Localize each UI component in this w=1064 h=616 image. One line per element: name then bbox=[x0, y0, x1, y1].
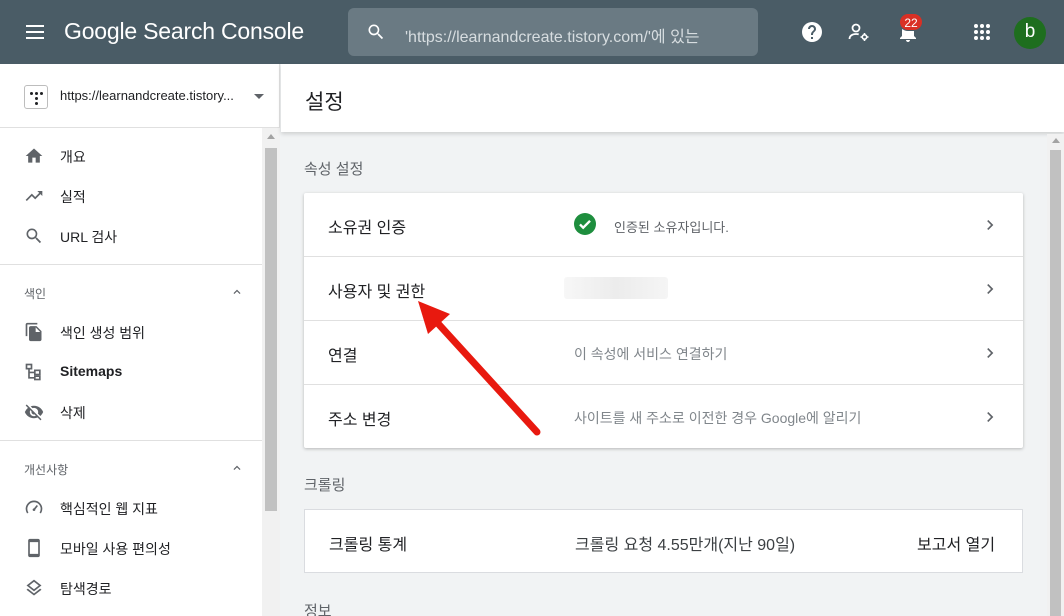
sidebar-item-label: 핵심적인 웹 지표 bbox=[60, 501, 158, 517]
property-url: https://learnandcreate.tistory... bbox=[60, 88, 234, 103]
row-value: 이 속성에 서비스 연결하기 bbox=[574, 346, 728, 362]
sidebar: https://learnandcreate.tistory... 개요 실적 … bbox=[0, 64, 280, 616]
section-heading-info: 정보 bbox=[304, 603, 332, 616]
row-label: 주소 변경 bbox=[328, 412, 392, 429]
trending-up-icon bbox=[25, 191, 43, 201]
main-scrollbar[interactable] bbox=[1047, 134, 1064, 616]
chevron-right-icon bbox=[987, 220, 994, 230]
smartphone-icon bbox=[28, 538, 40, 558]
sidebar-item-label: 색인 생성 범위 bbox=[60, 325, 146, 341]
sidebar-item-performance[interactable]: 실적 bbox=[0, 176, 262, 216]
layers-icon bbox=[26, 579, 42, 596]
search-icon bbox=[368, 24, 384, 40]
sidebar-item-core-web-vitals[interactable]: 핵심적인 웹 지표 bbox=[0, 488, 262, 528]
property-selector[interactable]: https://learnandcreate.tistory... bbox=[0, 64, 280, 128]
search-placeholder: 'https://learnandcreate.tistory.com/'에 있… bbox=[405, 29, 700, 46]
scroll-up-arrow-icon[interactable] bbox=[1052, 138, 1060, 143]
sidebar-item-label: URL 검사 bbox=[60, 229, 118, 245]
search-input[interactable]: 'https://learnandcreate.tistory.com/'에 있… bbox=[348, 8, 758, 56]
sidebar-item-coverage[interactable]: 색인 생성 범위 bbox=[0, 312, 262, 352]
sidebar-scrollbar-thumb[interactable] bbox=[265, 148, 277, 511]
manage-accounts-icon[interactable] bbox=[847, 20, 871, 44]
page-title: 설정 bbox=[305, 91, 344, 114]
settings-row-change-address[interactable]: 주소 변경 사이트를 새 주소로 이전한 경우 Google에 알리기 bbox=[304, 385, 1023, 449]
speed-gauge-icon bbox=[25, 500, 43, 514]
chevron-right-icon bbox=[987, 412, 994, 422]
notification-badge: 22 bbox=[899, 13, 923, 31]
row-label: 사용자 및 권한 bbox=[328, 284, 426, 301]
sidebar-item-breadcrumbs[interactable]: 탐색경로 bbox=[0, 568, 262, 608]
row-label: 소유권 인증 bbox=[328, 220, 407, 237]
crawl-stats-label: 크롤링 통계 bbox=[329, 537, 408, 554]
settings-row-associations[interactable]: 연결 이 속성에 서비스 연결하기 bbox=[304, 321, 1023, 385]
visibility-off-icon bbox=[24, 404, 44, 421]
crawl-stats-card: 크롤링 통계 크롤링 요청 4.55만개(지난 90일) 보고서 열기 bbox=[304, 509, 1023, 573]
sidebar-item-removals[interactable]: 삭제 bbox=[0, 392, 262, 432]
apps-icon[interactable] bbox=[970, 20, 994, 44]
row-value: 인증된 소유자입니다. bbox=[614, 220, 729, 235]
property-settings-card: 소유권 인증 인증된 소유자입니다. 사용자 및 권한 연결 이 속성에 서비스… bbox=[304, 193, 1023, 448]
sidebar-item-label: 삭제 bbox=[60, 405, 86, 421]
check-circle-icon bbox=[574, 213, 596, 235]
property-icon bbox=[24, 85, 48, 109]
app-logo[interactable]: Google Search Console bbox=[64, 18, 304, 45]
row-value: 사이트를 새 주소로 이전한 경우 Google에 알리기 bbox=[574, 410, 862, 426]
section-heading-crawling: 크롤링 bbox=[304, 477, 346, 494]
section-heading-property-settings: 속성 설정 bbox=[304, 161, 364, 178]
home-icon bbox=[25, 148, 43, 163]
crawl-stats-value: 크롤링 요청 4.55만개(지난 90일) bbox=[575, 537, 796, 554]
chevron-up-icon bbox=[233, 465, 241, 470]
chevron-up-icon bbox=[233, 289, 241, 294]
sidebar-item-mobile-usability[interactable]: 모바일 사용 편의성 bbox=[0, 528, 262, 568]
section-title: 색인 bbox=[24, 287, 47, 301]
redacted-value bbox=[564, 277, 668, 299]
avatar[interactable]: b bbox=[1014, 17, 1046, 49]
menu-icon[interactable] bbox=[22, 20, 50, 44]
row-label: 연결 bbox=[328, 348, 358, 365]
section-title: 개선사항 bbox=[24, 463, 69, 477]
help-icon[interactable] bbox=[800, 20, 824, 44]
sidebar-item-label: 개요 bbox=[60, 149, 86, 165]
sidebar-item-label: 실적 bbox=[60, 189, 86, 205]
main-scrollbar-thumb[interactable] bbox=[1050, 150, 1061, 616]
settings-row-users-permissions[interactable]: 사용자 및 권한 bbox=[304, 257, 1023, 321]
chevron-right-icon bbox=[987, 348, 994, 358]
file-copy-icon bbox=[25, 322, 42, 342]
sidebar-item-sitemaps[interactable]: Sitemaps bbox=[0, 352, 262, 392]
sidebar-item-label: 모바일 사용 편의성 bbox=[60, 541, 171, 557]
dropdown-caret-icon bbox=[254, 94, 264, 99]
scroll-up-arrow-icon[interactable] bbox=[267, 134, 275, 139]
sidebar-item-label: 탐색경로 bbox=[60, 581, 112, 597]
sitemap-icon bbox=[25, 363, 41, 381]
top-app-bar: Google Search Console 'https://learnandc… bbox=[0, 0, 1064, 64]
settings-row-ownership[interactable]: 소유권 인증 인증된 소유자입니다. bbox=[304, 193, 1023, 257]
open-report-link[interactable]: 보고서 열기 bbox=[917, 531, 995, 555]
search-icon bbox=[26, 228, 42, 244]
sidebar-item-url-inspection[interactable]: URL 검사 bbox=[0, 216, 262, 256]
chevron-right-icon bbox=[987, 284, 994, 294]
section-header-enhancements[interactable]: 개선사항 bbox=[0, 440, 262, 480]
page-header: 설정 bbox=[281, 64, 1064, 132]
sidebar-item-label: Sitemaps bbox=[60, 363, 123, 379]
section-header-index[interactable]: 색인 bbox=[0, 264, 262, 304]
sidebar-item-overview[interactable]: 개요 bbox=[0, 136, 262, 176]
